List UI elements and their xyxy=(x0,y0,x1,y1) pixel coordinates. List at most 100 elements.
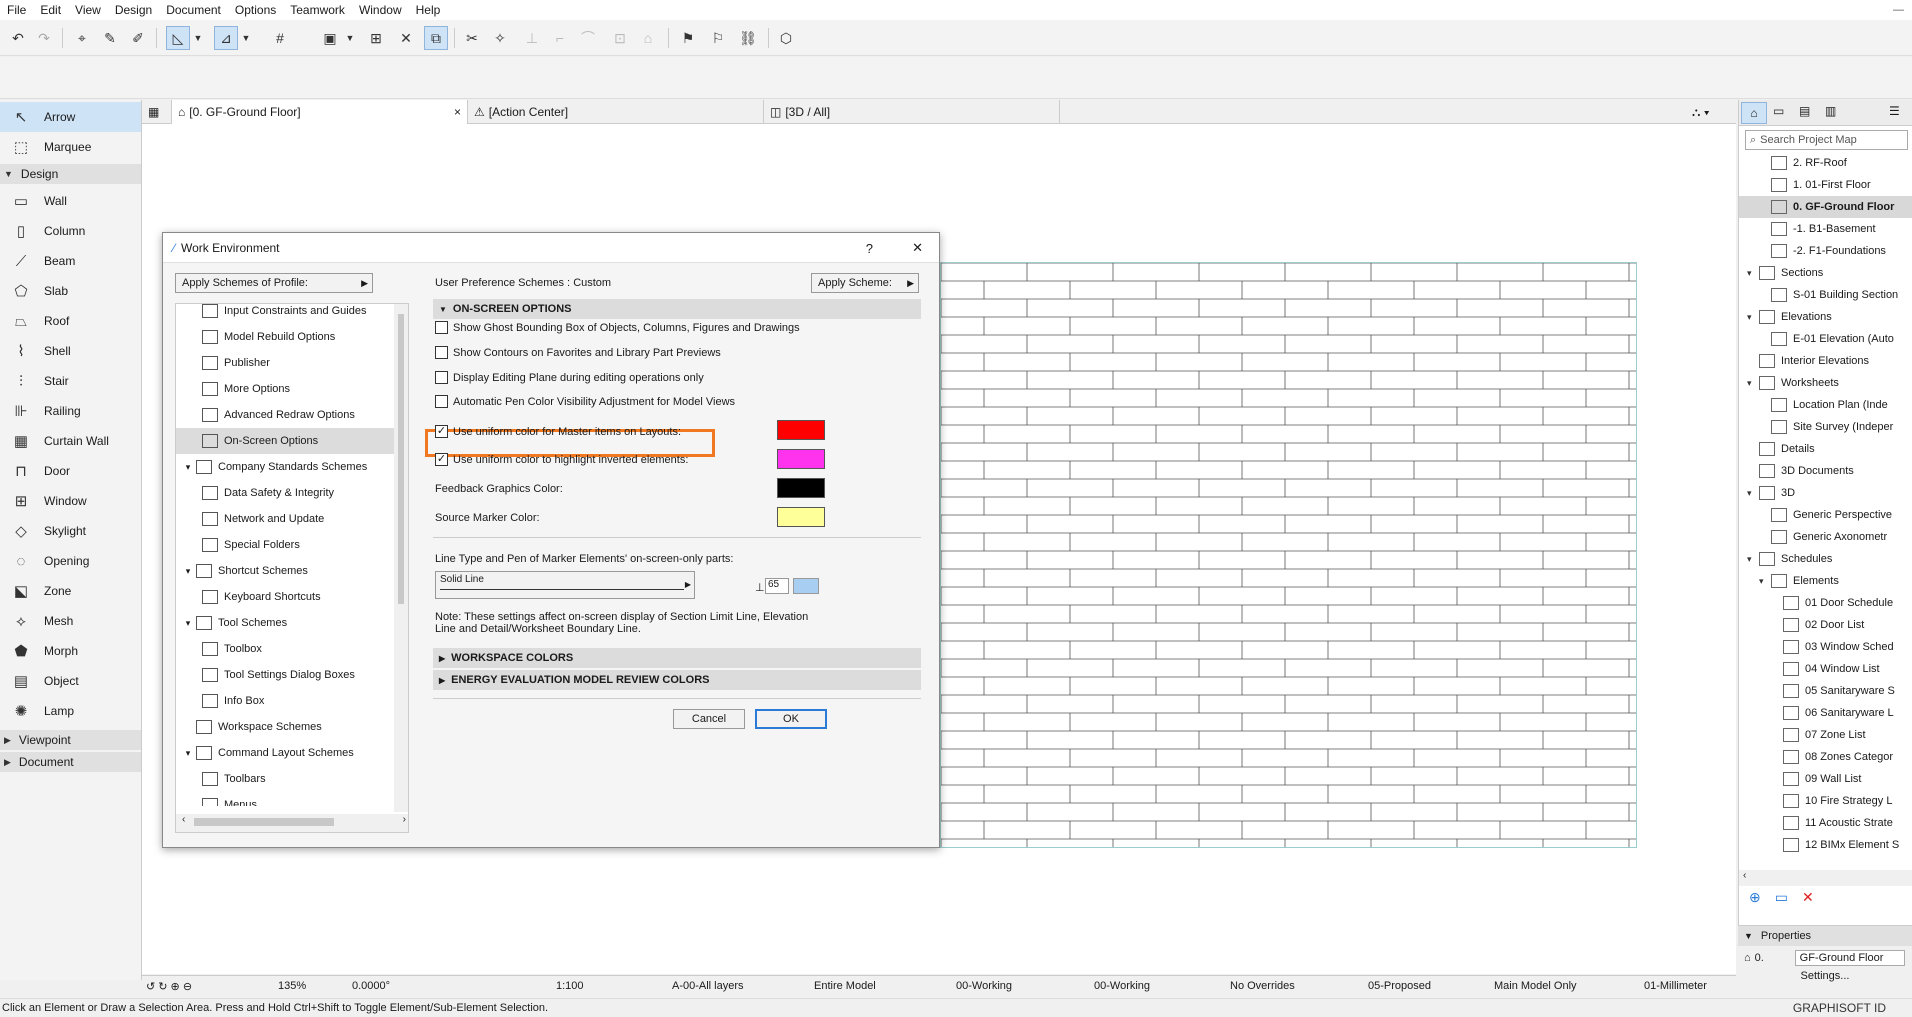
guide-lines-icon[interactable]: ◺ xyxy=(166,26,190,50)
tool-column[interactable]: ▯ Column xyxy=(0,216,141,246)
chevron-down-icon[interactable]: ▾ xyxy=(180,748,196,759)
tool-lamp[interactable]: ✺ Lamp xyxy=(0,696,141,726)
tree-item[interactable]: Network and Update xyxy=(176,506,394,532)
graphic-override-value[interactable]: No Overrides xyxy=(1230,980,1295,992)
tab-overview-icon[interactable]: ▦ xyxy=(142,100,172,124)
tree-item[interactable]: Workspace Schemes xyxy=(176,714,394,740)
checkbox-box[interactable] xyxy=(435,371,448,384)
markup-icon[interactable]: ⚐ xyxy=(706,26,730,50)
ok-button[interactable]: OK xyxy=(755,709,827,729)
tool-shell[interactable]: ⌇ Shell xyxy=(0,336,141,366)
nav-item[interactable]: ▾ Schedules xyxy=(1739,548,1912,570)
trim-icon[interactable]: ✂ xyxy=(460,26,484,50)
tab-ground-floor[interactable]: ⌂ [0. GF-Ground Floor] × xyxy=(172,100,468,124)
section-energy-colors[interactable]: ▶ ENERGY EVALUATION MODEL REVIEW COLORS xyxy=(433,670,921,690)
tool-door[interactable]: ⊓ Door xyxy=(0,456,141,486)
cross-icon[interactable]: ✕ xyxy=(394,26,418,50)
tree-item[interactable]: Menus xyxy=(176,792,394,806)
chevron-down-icon[interactable]: ▾ xyxy=(1747,488,1759,499)
flag-icon[interactable]: ⚑ xyxy=(676,26,700,50)
nav-item[interactable]: 04 Window List xyxy=(1739,658,1912,680)
nav-item[interactable]: 03 Window Sched xyxy=(1739,636,1912,658)
tree-item[interactable]: Input Constraints and Guides xyxy=(176,304,394,324)
pick-up-icon[interactable]: ⌖ xyxy=(70,26,94,50)
nav-item[interactable]: Location Plan (Inde xyxy=(1739,394,1912,416)
viewpoint-group-header[interactable]: ▶ Viewpoint xyxy=(0,730,141,750)
nav-item[interactable]: -2. F1-Foundations xyxy=(1739,240,1912,262)
nav-item[interactable]: 2. RF-Roof xyxy=(1739,152,1912,174)
nav-item[interactable]: 05 Sanitaryware S xyxy=(1739,680,1912,702)
nav-item[interactable]: -1. B1-Basement xyxy=(1739,218,1912,240)
nav-item[interactable]: 01 Door Schedule xyxy=(1739,592,1912,614)
tree-item[interactable]: ▾ Command Layout Schemes xyxy=(176,740,394,766)
chevron-down-icon[interactable]: ▾ xyxy=(1747,378,1759,389)
apply-profile-button[interactable]: Apply Schemes of Profile: ▶ xyxy=(175,273,373,293)
menu-document[interactable]: Document xyxy=(159,0,228,20)
publisher-sets-icon[interactable]: ▥ xyxy=(1825,104,1836,118)
chevron-down-icon[interactable]: ▾ xyxy=(180,618,196,629)
grid-snap-icon[interactable]: # xyxy=(268,26,292,50)
option-checkbox[interactable]: ✓ Use uniform color to highlight inverted… xyxy=(435,453,688,466)
pen-set-value[interactable]: 00-Working xyxy=(956,980,1012,992)
pen-number-field[interactable]: 65 xyxy=(765,578,789,594)
nav-item[interactable]: 12 BIMx Element S xyxy=(1739,834,1912,856)
horizontal-scrollbar[interactable]: ‹ › xyxy=(176,814,408,832)
tool-morph[interactable]: ⬟ Morph xyxy=(0,636,141,666)
checkbox-box[interactable]: ✓ xyxy=(435,425,448,438)
chevron-down-icon[interactable]: ▾ xyxy=(1759,576,1771,587)
snap-guides-icon[interactable]: ⊿ xyxy=(214,26,238,50)
nav-item[interactable]: Site Survey (Indeper xyxy=(1739,416,1912,438)
nav-item[interactable]: Generic Perspective xyxy=(1739,504,1912,526)
chevron-down-icon[interactable]: ▼ xyxy=(344,26,356,50)
inverted-color-swatch[interactable] xyxy=(777,449,825,469)
menu-options[interactable]: Options xyxy=(228,0,283,20)
source-color-swatch[interactable] xyxy=(777,507,825,527)
syringe-icon[interactable]: ✐ xyxy=(126,26,150,50)
chevron-down-icon[interactable]: ▾ xyxy=(180,566,196,577)
window-minimize-button[interactable]: — xyxy=(1893,0,1904,20)
suspend-groups-icon[interactable]: ⧉ xyxy=(424,26,448,50)
document-group-header[interactable]: ▶ Document xyxy=(0,752,141,772)
nav-item[interactable]: S-01 Building Section xyxy=(1739,284,1912,306)
tree-item[interactable]: Advanced Redraw Options xyxy=(176,402,394,428)
tree-item[interactable]: Tool Settings Dialog Boxes xyxy=(176,662,394,688)
nav-item[interactable]: 0. GF-Ground Floor xyxy=(1739,196,1912,218)
option-checkbox[interactable]: ✓ Use uniform color for Master items on L… xyxy=(435,425,681,438)
apply-scheme-button[interactable]: Apply Scheme: ▶ xyxy=(811,273,919,293)
tool-zone[interactable]: ⬕ Zone xyxy=(0,576,141,606)
nav-item[interactable]: ▾ Elements xyxy=(1739,570,1912,592)
tree-item[interactable]: Info Box xyxy=(176,688,394,714)
master-color-swatch[interactable] xyxy=(777,420,825,440)
option-checkbox[interactable]: Show Contours on Favorites and Library P… xyxy=(435,346,721,359)
tree-item[interactable]: ▾ Tool Schemes xyxy=(176,610,394,636)
elevate-icon[interactable]: ⊥ xyxy=(520,26,544,50)
checkbox-box[interactable]: ✓ xyxy=(435,453,448,466)
chevron-down-icon[interactable]: ▾ xyxy=(1747,554,1759,565)
menu-window[interactable]: Window xyxy=(352,0,409,20)
tool-arrow[interactable]: ↖ Arrow xyxy=(0,102,141,132)
redo-icon[interactable]: ↷ xyxy=(32,26,56,50)
tool-railing[interactable]: ⊪ Railing xyxy=(0,396,141,426)
linetype-selector[interactable]: Solid Line ▶ xyxy=(435,571,695,599)
menu-teamwork[interactable]: Teamwork xyxy=(283,0,352,20)
layout-book-icon[interactable]: ▤ xyxy=(1799,104,1810,118)
nav-item[interactable]: ▾ Sections xyxy=(1739,262,1912,284)
angle-value[interactable]: 0.0000° xyxy=(352,980,390,992)
tab-action-center[interactable]: ⚠ [Action Center] xyxy=(468,100,764,124)
tool-opening[interactable]: ◌ Opening xyxy=(0,546,141,576)
checkbox-box[interactable] xyxy=(435,346,448,359)
help-button[interactable]: ? xyxy=(866,241,873,256)
vertical-scrollbar[interactable] xyxy=(394,304,408,812)
nav-item[interactable]: ▾ Worksheets xyxy=(1739,372,1912,394)
nav-item[interactable]: 09 Wall List xyxy=(1739,768,1912,790)
menu-help[interactable]: Help xyxy=(409,0,448,20)
feedback-color-swatch[interactable] xyxy=(777,478,825,498)
delete-icon[interactable]: ✕ xyxy=(1802,889,1814,906)
tool-skylight[interactable]: ◇ Skylight xyxy=(0,516,141,546)
cancel-button[interactable]: Cancel xyxy=(673,709,745,729)
zoom-value[interactable]: 135% xyxy=(278,980,306,992)
tree-item[interactable]: Keyboard Shortcuts xyxy=(176,584,394,610)
magic-wand-icon[interactable]: ✧ xyxy=(488,26,512,50)
chevron-down-icon[interactable]: ▼ xyxy=(240,26,252,50)
chevron-down-icon[interactable]: ▾ xyxy=(180,462,196,473)
